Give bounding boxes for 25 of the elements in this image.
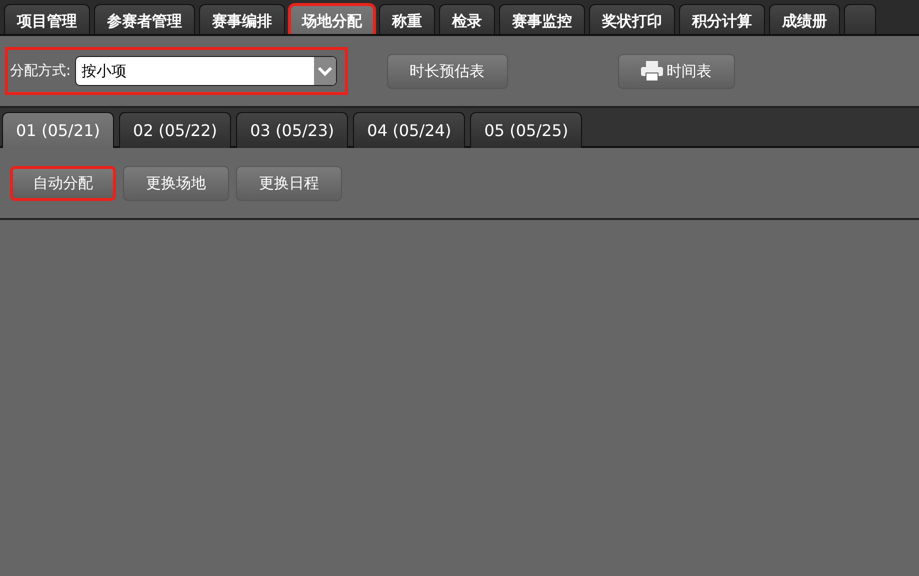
action-button[interactable]: 更换场地 — [123, 166, 229, 200]
day-tab[interactable]: 04 (05/24) — [353, 112, 466, 148]
main-tab[interactable]: 项目管理 — [4, 4, 90, 34]
action-button[interactable]: 更换日程 — [236, 166, 342, 200]
action-button[interactable]: 自动分配 — [10, 166, 116, 200]
assign-mode-label: 分配方式: — [10, 62, 71, 80]
day-tab[interactable]: 02 (05/22) — [119, 112, 232, 148]
day-tab[interactable]: 01 (05/21) — [2, 112, 114, 148]
printer-icon — [640, 61, 663, 81]
main-tab[interactable]: 场地分配 — [289, 4, 375, 34]
timetable-button[interactable]: 时间表 — [618, 54, 735, 88]
main-tab[interactable]: 参赛者管理 — [94, 4, 195, 34]
assign-mode-select[interactable]: 按小项 — [74, 56, 337, 86]
estimate-button[interactable]: 时长预估表 — [386, 54, 508, 88]
main-tab[interactable]: 检录 — [439, 4, 495, 34]
main-tab[interactable]: 赛事编排 — [199, 4, 285, 34]
main-tab[interactable]: 积分计算 — [679, 4, 765, 34]
chevron-down-icon — [314, 57, 336, 85]
main-tab[interactable]: 成绩册 — [769, 4, 840, 34]
main-tab[interactable]: 奖状打印 — [589, 4, 675, 34]
main-tab[interactable] — [844, 4, 876, 34]
day-tab[interactable]: 05 (05/25) — [470, 112, 582, 148]
day-tab[interactable]: 03 (05/23) — [236, 112, 348, 148]
main-tab[interactable]: 赛事监控 — [499, 4, 585, 34]
main-tab[interactable]: 称重 — [379, 4, 435, 34]
